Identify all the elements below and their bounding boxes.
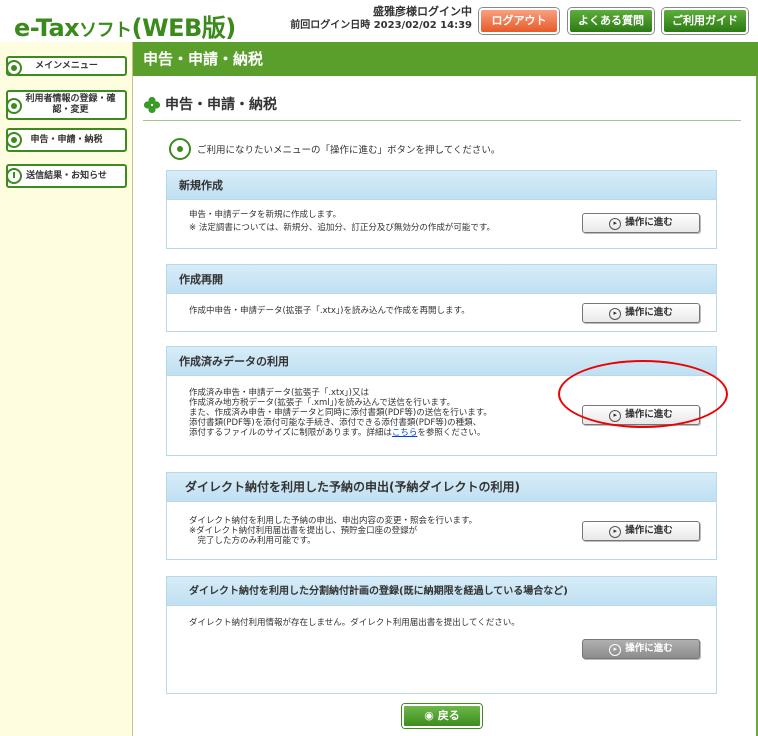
card-resume: 作成再開 作成中申告・申請データ(拡張子「.xtx」)を読み込んで作成を再開しま… — [166, 264, 717, 332]
section-title: 申告・申請・納税 — [165, 97, 277, 113]
circle-icon — [6, 132, 22, 148]
header: e-Taxソフト(WEB版) 盛雅彦様ログイン中 前回ログイン日時 2023/0… — [0, 0, 758, 42]
etax-logo: e-Taxソフト(WEB版) — [14, 14, 236, 42]
circle-icon — [6, 60, 22, 76]
sidebar: メインメニュー 利用者情報の登録・確認・変更 申告・申請・納税 送信結果・お知ら… — [0, 42, 133, 736]
section-divider — [143, 120, 741, 121]
page-title-bar: 申告・申請・納税 — [133, 42, 758, 76]
card-prepayment: ダイレクト納付を利用した予納の申出(予納ダイレクトの利用) ダイレクト納付を利用… — [166, 472, 717, 560]
card-title: 作成再開 — [167, 265, 716, 294]
highlight-annotation — [558, 360, 728, 428]
proceed-button-prepayment[interactable]: 操作に進む — [582, 521, 700, 541]
logout-button[interactable]: ログアウト — [479, 8, 559, 34]
proceed-button-resume[interactable]: 操作に進む — [582, 303, 700, 323]
card-new: 新規作成 申告・申請データを新規に作成します。 ※ 法定調書については、新規分、… — [166, 170, 717, 249]
sidebar-item-user-info[interactable]: 利用者情報の登録・確認・変更 — [6, 90, 127, 120]
last-login: 前回ログイン日時 2023/02/02 14:39 — [290, 20, 472, 31]
login-info: 盛雅彦様ログイン中 前回ログイン日時 2023/02/02 14:39 — [282, 5, 472, 33]
user-name: 盛雅彦様ログイン中 — [373, 5, 472, 18]
clock-icon — [6, 168, 22, 184]
sidebar-item-main-menu[interactable]: メインメニュー — [6, 56, 127, 76]
details-link[interactable]: こちら — [392, 428, 418, 438]
card-title: 新規作成 — [167, 171, 716, 200]
card-installment: ダイレクト納付を利用した分割納付計画の登録(既に納期限を経過している場合など) … — [166, 576, 717, 694]
main-content: 申告・申請・納税 申告・申請・納税 ご利用になりたいメニューの「操作に進む」ボタ… — [133, 42, 758, 736]
guide-button[interactable]: ご利用ガイド — [662, 8, 748, 34]
card-title: ダイレクト納付を利用した予納の申出(予納ダイレクトの利用) — [167, 473, 716, 502]
back-arrow-icon: ◉ — [424, 709, 438, 722]
card-title: ダイレクト納付を利用した分割納付計画の登録(既に納期限を経過している場合など) — [167, 577, 716, 606]
circle-icon — [6, 98, 22, 114]
sidebar-item-results[interactable]: 送信結果・お知らせ — [6, 164, 127, 188]
back-button[interactable]: ◉ 戻る — [402, 704, 482, 728]
info-circle-icon — [169, 138, 191, 160]
card-description: ダイレクト納付利用情報が存在しません。ダイレクト利用届出書を提出してください。 — [189, 618, 520, 628]
proceed-button-installment-disabled: 操作に進む — [582, 639, 700, 659]
faq-button[interactable]: よくある質問 — [568, 8, 654, 34]
sidebar-item-filing[interactable]: 申告・申請・納税 — [6, 128, 127, 152]
proceed-button-new[interactable]: 操作に進む — [582, 213, 700, 233]
info-message: ご利用になりたいメニューの「操作に進む」ボタンを押してください。 — [169, 138, 500, 160]
